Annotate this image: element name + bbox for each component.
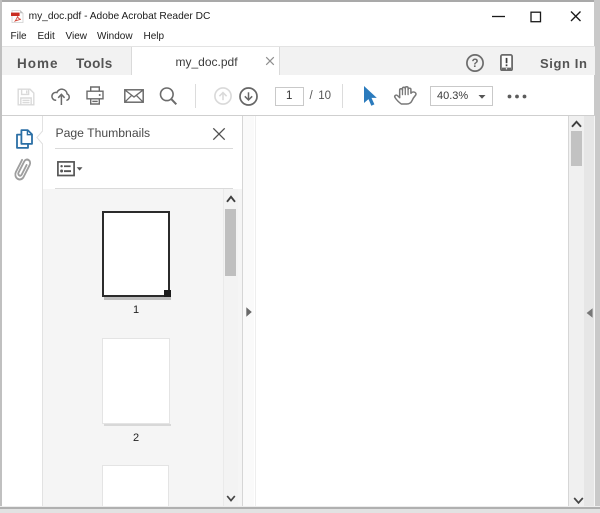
- svg-text:?: ?: [471, 58, 478, 70]
